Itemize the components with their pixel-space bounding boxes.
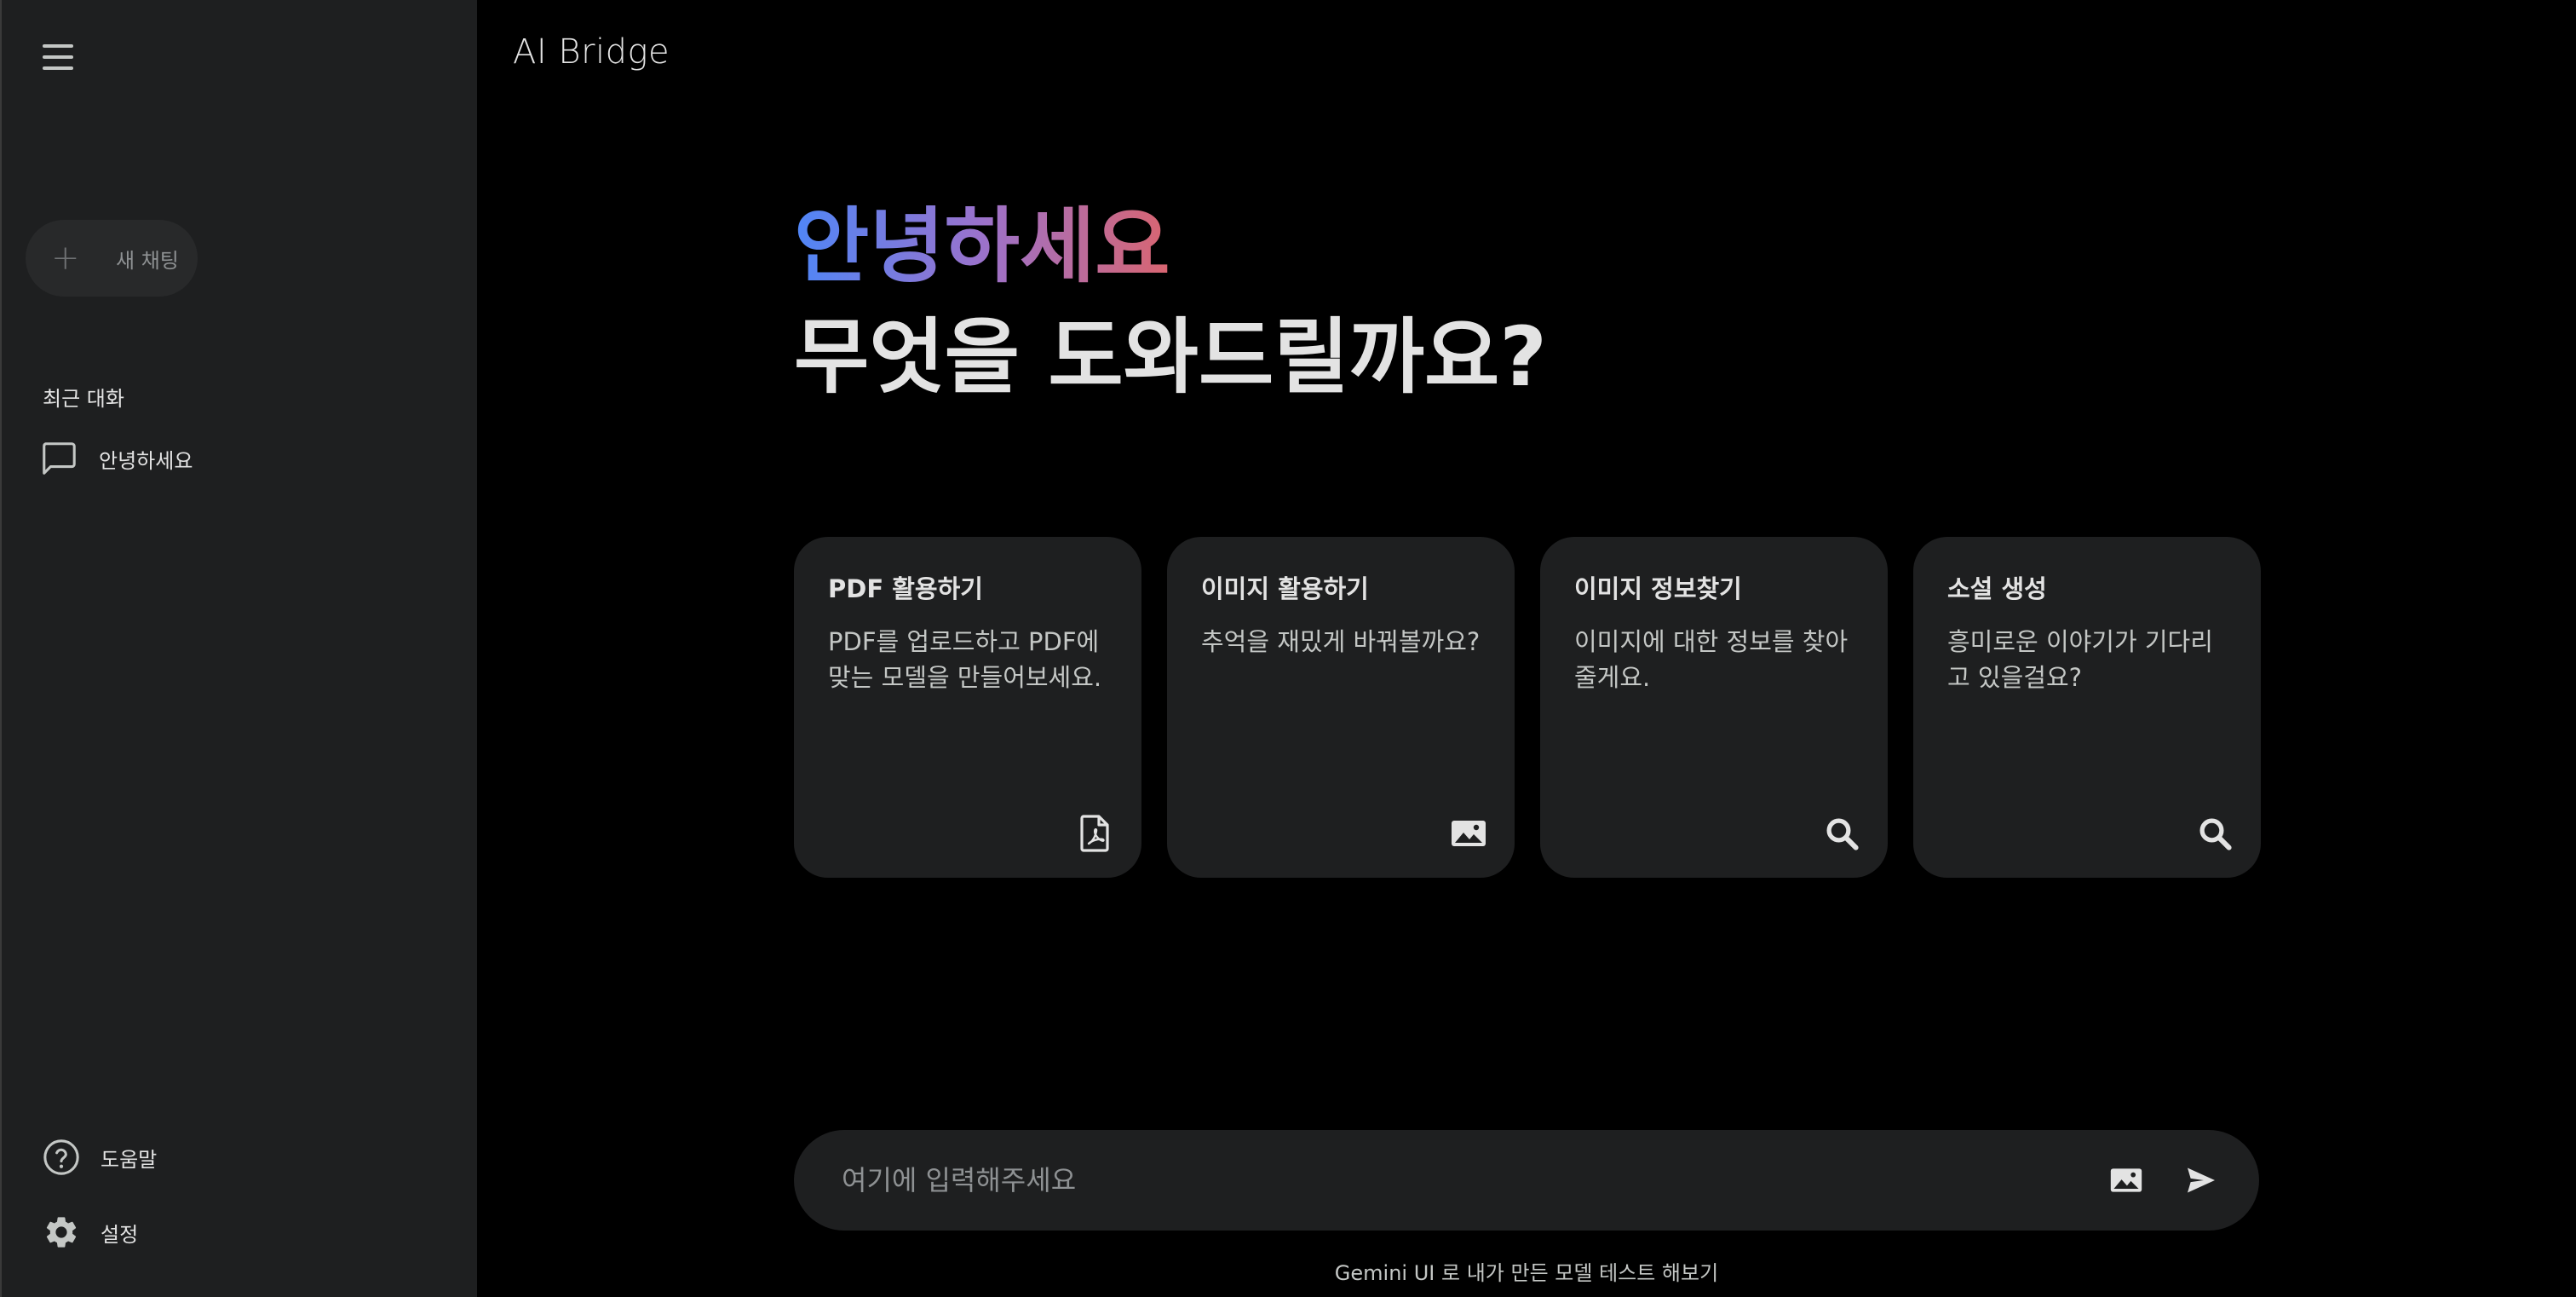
- pdf-icon: [1075, 813, 1116, 854]
- card-title: PDF 활용하기: [828, 574, 983, 603]
- send-icon[interactable]: [2177, 1156, 2225, 1204]
- new-chat-label: 새 채팅: [116, 248, 179, 273]
- recent-chat-item[interactable]: 안녕하세요: [36, 435, 445, 482]
- suggestion-card-pdf[interactable]: PDF 활용하기 PDF를 업로드하고 PDF에 맞는 모델을 만들어보세요.: [794, 537, 1141, 878]
- prompt-input-bar: [794, 1130, 2259, 1231]
- suggestion-card-image-info[interactable]: 이미지 정보찾기 이미지에 대한 정보를 찾아 줄게요.: [1540, 537, 1888, 878]
- help-label: 도움말: [101, 1147, 158, 1172]
- footer-note: Gemini UI 로 내가 만든 모델 테스트 해보기: [1334, 1261, 1719, 1285]
- gear-icon: [39, 1210, 83, 1254]
- suggestion-card-novel[interactable]: 소설 생성 흥미로운 이야기가 기다리고 있을걸요?: [1913, 537, 2261, 878]
- plus-icon: +: [51, 239, 80, 278]
- help-button[interactable]: 도움말: [39, 1133, 380, 1181]
- chat-bubble-icon: [36, 435, 82, 481]
- suggestion-card-image[interactable]: 이미지 활용하기 추억을 재밌게 바꿔볼까요?: [1167, 537, 1515, 878]
- subheading: 무엇을 도와드릴까요?: [794, 309, 1547, 405]
- search-icon: [1821, 813, 1862, 854]
- recent-section-label: 최근 대화: [43, 387, 124, 411]
- new-chat-button[interactable]: + 새 채팅: [26, 220, 198, 297]
- card-description: 흥미로운 이야기가 기다리고 있을걸요?: [1947, 627, 2213, 693]
- help-icon: [39, 1135, 83, 1179]
- suggestion-cards: PDF 활용하기 PDF를 업로드하고 PDF에 맞는 모델을 만들어보세요. …: [794, 537, 2261, 878]
- card-description: PDF를 업로드하고 PDF에 맞는 모델을 만들어보세요.: [828, 627, 1102, 693]
- card-title: 이미지 활용하기: [1201, 574, 1369, 603]
- prompt-input[interactable]: [840, 1163, 2102, 1197]
- card-title: 소설 생성: [1947, 574, 2047, 603]
- card-description: 이미지에 대한 정보를 찾아 줄게요.: [1574, 627, 1849, 693]
- settings-button[interactable]: 설정: [39, 1208, 380, 1256]
- menu-icon[interactable]: [39, 39, 78, 75]
- app-root: + 새 채팅 최근 대화 안녕하세요 도움말 설정 AI Bridge 안녕하세…: [0, 0, 2576, 1297]
- search-icon: [2194, 813, 2235, 854]
- settings-label: 설정: [101, 1222, 139, 1247]
- image-upload-icon[interactable]: [2102, 1156, 2150, 1204]
- app-title: AI Bridge: [513, 32, 670, 72]
- sidebar: + 새 채팅 최근 대화 안녕하세요 도움말 설정: [0, 0, 477, 1297]
- recent-chat-label: 안녕하세요: [99, 448, 193, 473]
- card-description: 추억을 재밌게 바꿔볼까요?: [1201, 627, 1481, 656]
- image-icon: [1448, 813, 1489, 854]
- greeting-heading: 안녕하세요: [794, 198, 1170, 296]
- card-title: 이미지 정보찾기: [1574, 574, 1742, 603]
